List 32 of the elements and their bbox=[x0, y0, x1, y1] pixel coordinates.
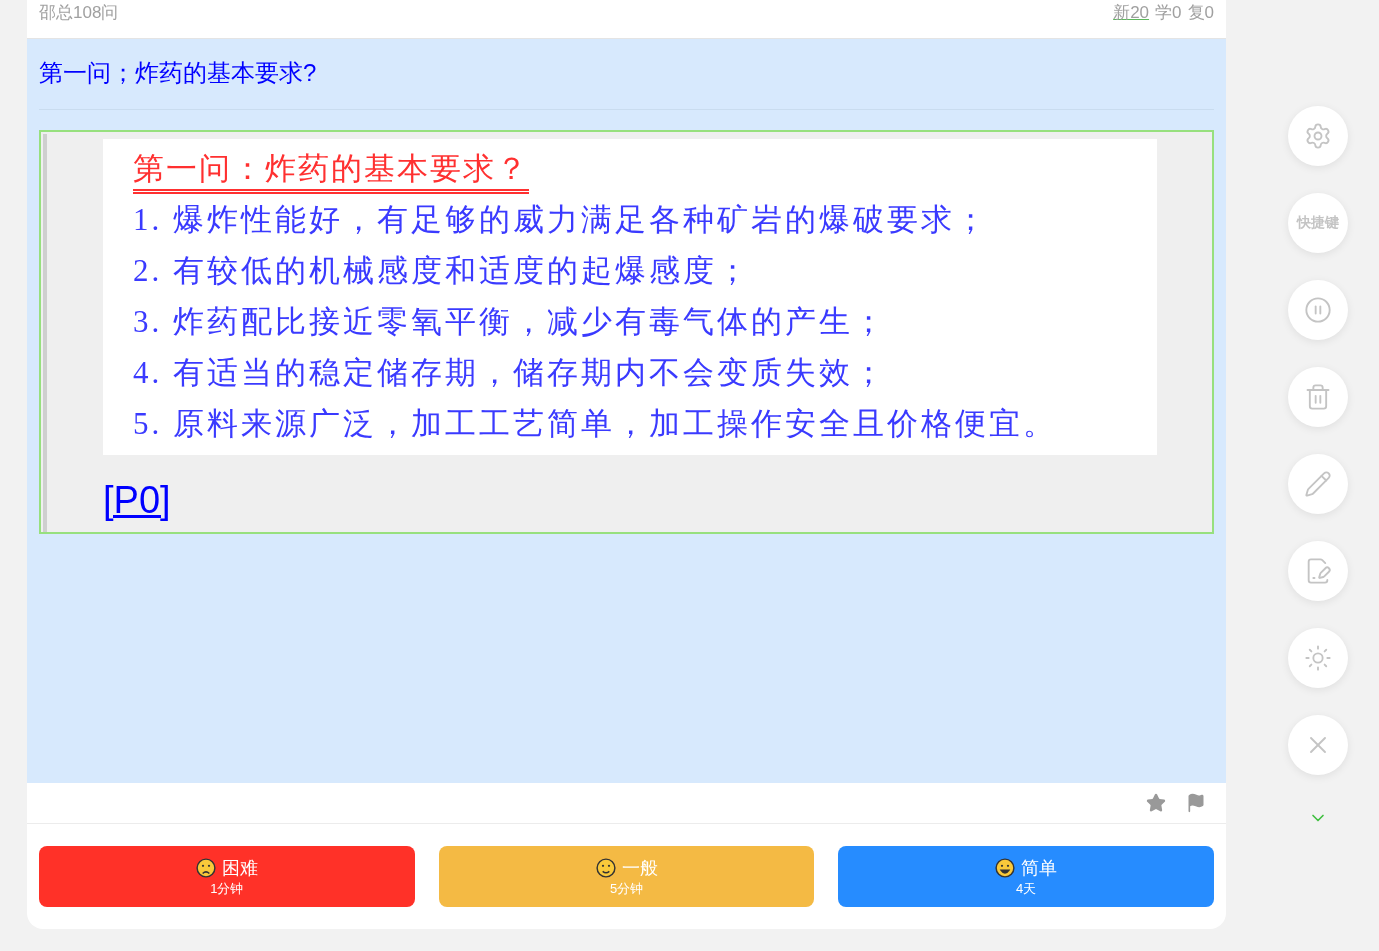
star-icon[interactable] bbox=[1146, 793, 1166, 813]
rating-label: 一般 bbox=[621, 856, 658, 880]
trash-icon bbox=[1304, 383, 1332, 411]
rating-label: 困难 bbox=[221, 856, 258, 880]
count-label: 学0 bbox=[1155, 2, 1182, 24]
face-emoji-icon bbox=[595, 857, 616, 878]
rating-button[interactable]: 简单 4天 bbox=[838, 846, 1214, 907]
sun-icon bbox=[1304, 644, 1332, 672]
page-link[interactable]: [P0] bbox=[103, 479, 171, 522]
document-line: 3. 炸药配比接近零氧平衡，减少有毒气体的产生； bbox=[133, 303, 887, 341]
document-line: 1. 爆炸性能好，有足够的威力满足各种矿岩的爆破要求； bbox=[133, 201, 989, 239]
document-line: 2. 有较低的机械感度和适度的起爆感度； bbox=[133, 252, 751, 290]
rating-button[interactable]: 一般 5分钟 bbox=[438, 846, 815, 907]
face-emoji-icon bbox=[995, 857, 1016, 878]
pause-icon bbox=[1304, 296, 1332, 324]
document-line: 4. 有适当的稳定储存期，储存期内不会变质失效； bbox=[133, 354, 887, 392]
flag-icon[interactable] bbox=[1186, 793, 1206, 813]
settings-icon bbox=[1304, 122, 1332, 150]
rating-interval: 1分钟 bbox=[210, 879, 244, 898]
pencil-icon bbox=[1304, 470, 1332, 498]
document-line: 5. 原料来源广泛，加工工艺简单，加工操作安全且价格便宜。 bbox=[133, 405, 1057, 443]
rating-interval: 5分钟 bbox=[609, 879, 644, 898]
deck-title: 邵总108问 bbox=[39, 2, 119, 24]
document-title: 第一问：炸药的基本要求？ bbox=[133, 149, 529, 194]
rating-interval: 4天 bbox=[1016, 879, 1037, 898]
count-label: 复0 bbox=[1187, 2, 1214, 24]
rating-button[interactable]: 困难 1分钟 bbox=[39, 846, 415, 907]
question-text: 第一问；炸药的基本要求? bbox=[39, 39, 1214, 110]
new-count-link[interactable]: 新20 bbox=[1113, 0, 1150, 26]
rating-label: 简单 bbox=[1021, 856, 1058, 880]
face-emoji-icon bbox=[195, 857, 216, 878]
shortcuts-button[interactable]: 快捷键 bbox=[1288, 193, 1348, 253]
